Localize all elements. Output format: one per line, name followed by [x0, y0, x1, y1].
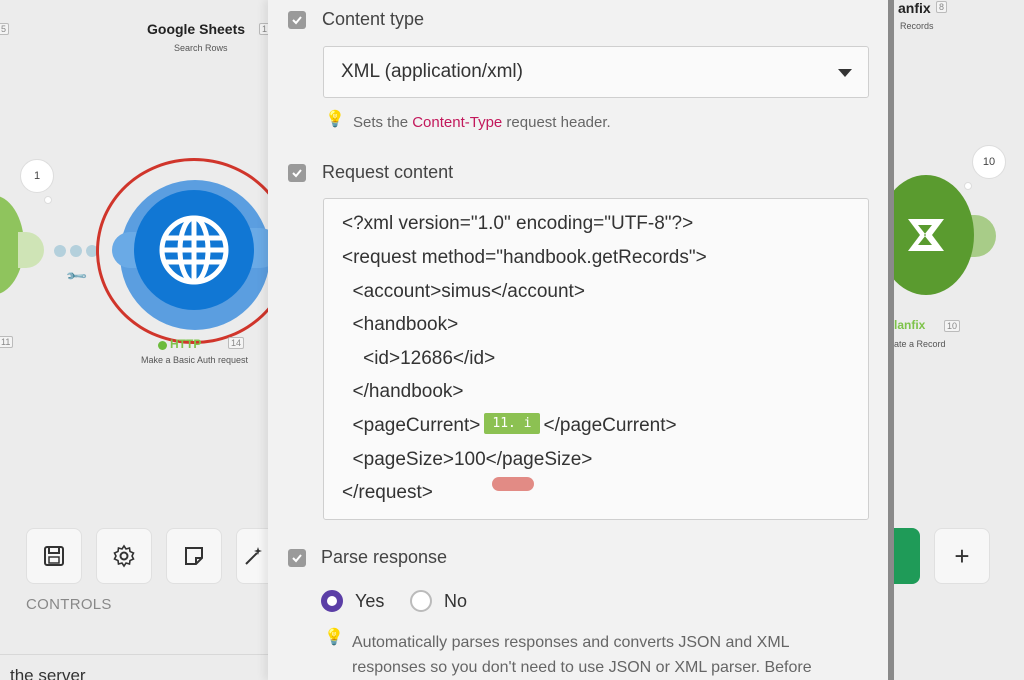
bubble-tail — [44, 196, 52, 204]
annotation-mark — [492, 477, 534, 491]
chevron-down-icon — [838, 69, 852, 77]
divider — [0, 654, 270, 655]
http-module-id: 14 — [228, 337, 245, 349]
left-node-id: 11 — [0, 336, 14, 348]
parse-response-yes-label[interactable]: Yes — [355, 591, 384, 612]
right-module-id: 10 — [944, 320, 961, 332]
left-module-connector[interactable] — [18, 232, 44, 268]
code-line: <handbook> — [342, 314, 459, 335]
code-line: <account>simus</account> — [342, 281, 585, 302]
right-top-subtitle: Records — [900, 21, 934, 31]
panel-scrollbar[interactable] — [888, 0, 894, 680]
google-sheets-shortcut-button[interactable] — [890, 528, 920, 584]
parse-response-yes-radio[interactable] — [321, 590, 343, 612]
gear-icon — [113, 544, 135, 568]
content-type-select[interactable]: XML (application/xml) — [323, 46, 869, 98]
code-line-page-current: <pageCurrent> 11. i </pageCurrent> — [342, 413, 677, 436]
module-logo-icon — [908, 219, 944, 251]
save-icon — [44, 546, 64, 566]
highlight-circle — [96, 158, 292, 344]
connection-dot[interactable] — [70, 245, 82, 257]
content-type-header-link[interactable]: Content-Type — [412, 114, 502, 131]
operation-count-bubble-right: 10 — [972, 145, 1006, 179]
right-module-subtitle: ate a Record — [894, 339, 946, 349]
lightbulb-icon: 💡 — [325, 111, 345, 128]
right-top-title: anfix — [898, 0, 931, 16]
right-module-title: lanfix — [894, 318, 926, 332]
code-line: <pageSize>100</pageSize> — [342, 449, 593, 470]
mapped-variable-token[interactable]: 11. i — [484, 413, 540, 435]
code-line: </handbook> — [342, 381, 464, 402]
magic-wand-icon — [245, 547, 262, 565]
content-type-hint: Sets the Content-Type request header. — [353, 114, 611, 131]
content-type-label: Content type — [322, 9, 425, 29]
plus-icon: + — [954, 540, 970, 571]
http-module-subtitle: Make a Basic Auth request — [141, 355, 249, 365]
content-type-checkbox[interactable] — [288, 11, 306, 29]
code-line: <id>12686</id> — [342, 348, 496, 369]
parse-response-no-radio[interactable] — [410, 590, 432, 612]
save-button[interactable] — [26, 528, 82, 584]
code-line: <?xml version="1.0" encoding="UTF-8"?> — [342, 213, 694, 234]
http-module-title: HTTP — [170, 337, 202, 351]
content-type-value: XML (application/xml) — [341, 61, 523, 82]
magic-wand-button[interactable] — [236, 528, 270, 584]
check-icon — [292, 554, 302, 563]
request-content-checkbox[interactable] — [288, 164, 306, 182]
settings-button[interactable] — [96, 528, 152, 584]
code-line: </request> — [342, 482, 433, 503]
lightbulb-icon: 💡 — [324, 629, 344, 646]
hint-line: responses so you don't need to use JSON … — [352, 659, 812, 676]
parse-response-no-label[interactable]: No — [444, 591, 467, 612]
status-ok-icon — [158, 341, 167, 350]
parse-response-label: Parse response — [321, 547, 448, 567]
request-content-label: Request content — [322, 162, 454, 182]
controls-label: CONTROLS — [26, 596, 112, 613]
parse-response-hint: Automatically parses responses and conve… — [352, 630, 872, 680]
notes-button[interactable] — [166, 528, 222, 584]
connection-dot[interactable] — [54, 245, 66, 257]
operation-count-bubble: 1 — [20, 159, 54, 193]
bubble-tail — [964, 182, 972, 190]
right-top-id: 8 — [936, 1, 948, 13]
hint-line: Automatically parses responses and conve… — [352, 634, 790, 651]
left-node-id-top: 5 — [0, 23, 10, 35]
code-line: <request method="handbook.getRecords"> — [342, 247, 707, 268]
parse-response-checkbox[interactable] — [288, 549, 306, 567]
google-sheets-title: Google Sheets — [147, 21, 246, 37]
log-text: the server — [10, 666, 86, 680]
add-button[interactable]: + — [934, 528, 990, 584]
check-icon — [292, 16, 302, 25]
wrench-icon[interactable]: 🔧 — [65, 264, 89, 288]
google-sheets-subtitle: Search Rows — [174, 43, 228, 53]
note-icon — [185, 547, 203, 565]
check-icon — [292, 169, 302, 178]
